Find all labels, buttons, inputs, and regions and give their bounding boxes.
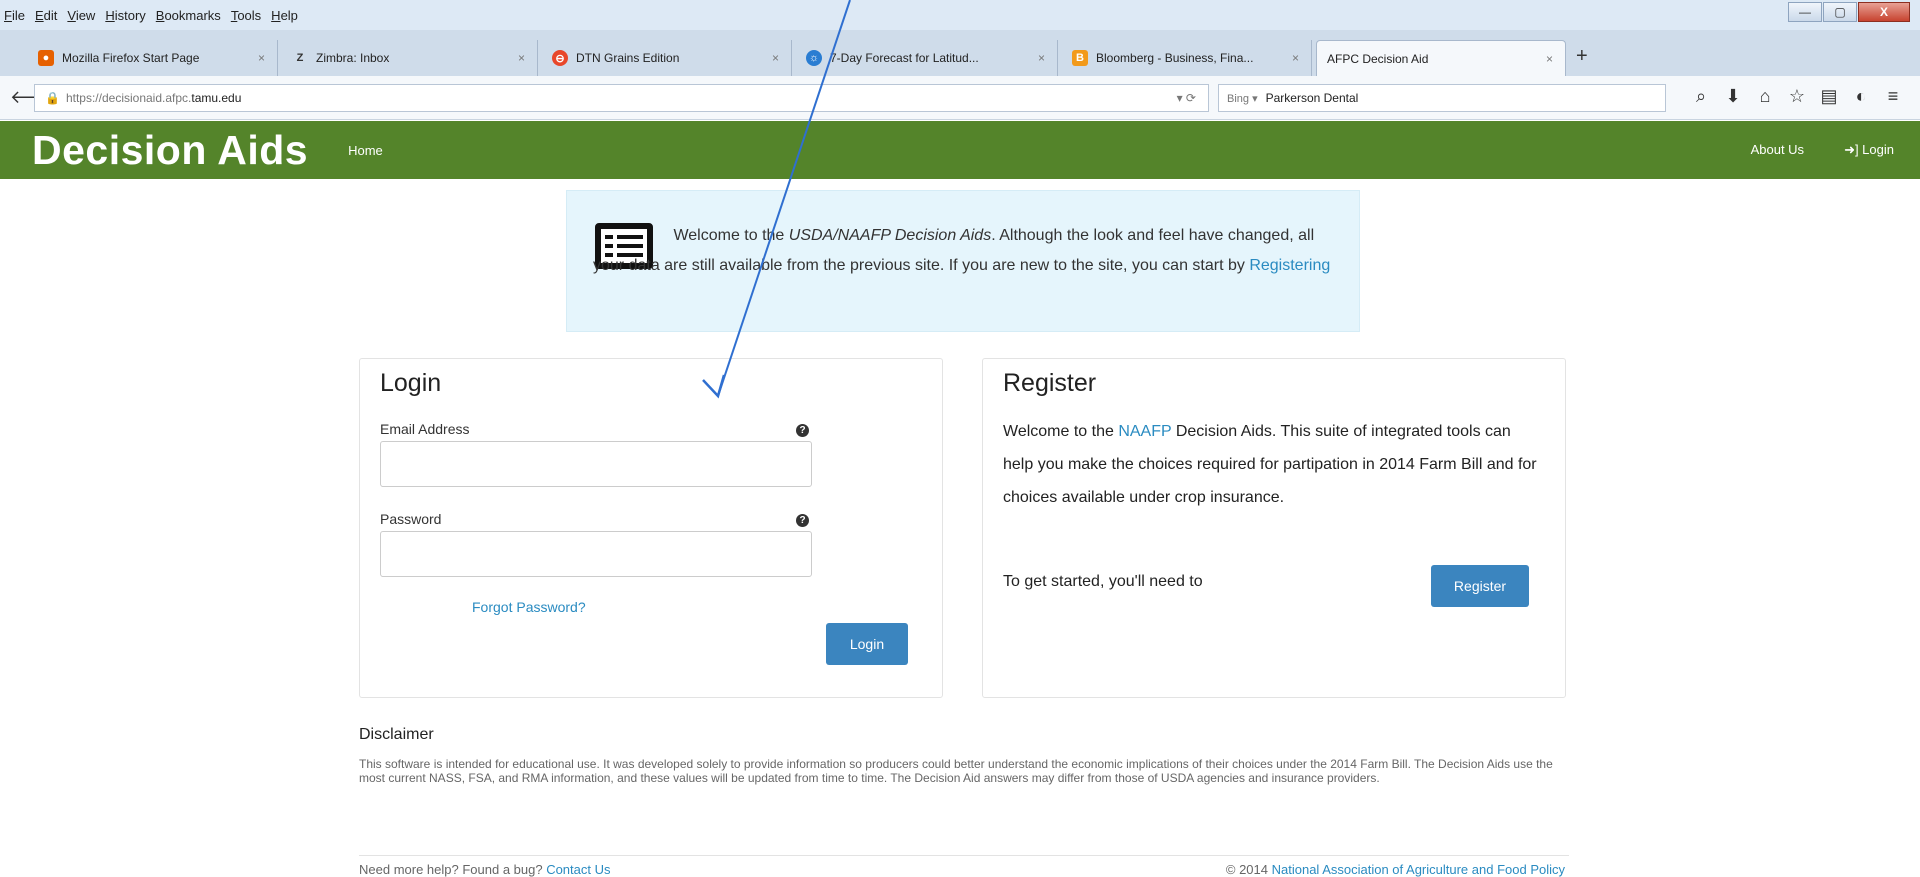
tab-label: Zimbra: Inbox bbox=[316, 51, 390, 65]
menu-bookmarks[interactable]: Bookmarks bbox=[156, 8, 221, 23]
tab-label: Mozilla Firefox Start Page bbox=[62, 51, 200, 65]
registering-link[interactable]: Registering bbox=[1249, 257, 1330, 274]
tab-label: Bloomberg - Business, Fina... bbox=[1096, 51, 1254, 65]
maximize-button[interactable]: ▢ bbox=[1823, 2, 1857, 22]
bookmark-star-icon[interactable]: ☆ bbox=[1781, 86, 1813, 107]
tab-bloomberg[interactable]: B Bloomberg - Business, Fina... × bbox=[1062, 40, 1312, 76]
register-intro-start: Welcome to the bbox=[1003, 423, 1119, 440]
email-field[interactable] bbox=[380, 441, 812, 487]
reading-list-icon[interactable]: ▤ bbox=[1813, 86, 1845, 107]
tab-close-icon[interactable]: × bbox=[772, 51, 779, 65]
contact-us-link[interactable]: Contact Us bbox=[546, 862, 610, 877]
naafp-link[interactable]: NAAFP bbox=[1118, 423, 1171, 440]
header-right-nav: About Us ➜] Login bbox=[1711, 142, 1894, 158]
browser-tabbar: ● Mozilla Firefox Start Page × Z Zimbra:… bbox=[0, 30, 1920, 76]
email-label: Email Address bbox=[380, 421, 470, 437]
tab-close-icon[interactable]: × bbox=[1546, 52, 1553, 66]
tab-zimbra[interactable]: Z Zimbra: Inbox × bbox=[282, 40, 538, 76]
tab-label: 7-Day Forecast for Latitud... bbox=[830, 51, 979, 65]
copyright-text: © 2014 bbox=[1225, 862, 1272, 877]
tab-close-icon[interactable]: × bbox=[1038, 51, 1045, 65]
browser-navbar: 🡐 🔒 https://decisionaid.afpc.tamu.edu ▾ … bbox=[0, 76, 1920, 120]
get-started-text: To get started, you'll need to bbox=[1003, 573, 1203, 590]
disclaimer-body: This software is intended for educationa… bbox=[359, 757, 1553, 785]
menu-file[interactable]: File bbox=[4, 8, 25, 23]
search-engine-icon[interactable]: Bing ▾ bbox=[1227, 92, 1258, 105]
home-icon[interactable]: ⌂ bbox=[1749, 86, 1781, 107]
browser-menubar: File Edit View History Bookmarks Tools H… bbox=[0, 0, 1920, 30]
tab-close-icon[interactable]: × bbox=[518, 51, 525, 65]
close-window-button[interactable]: X bbox=[1858, 2, 1910, 22]
bloomberg-icon: B bbox=[1072, 50, 1088, 66]
welcome-text-emphasis: USDA/NAAFP Decision Aids bbox=[788, 227, 992, 244]
password-help-icon[interactable]: ? bbox=[796, 514, 809, 527]
login-panel: Login Email Address ? Password ? Forgot … bbox=[359, 358, 943, 698]
weather-icon: ☼ bbox=[806, 50, 822, 66]
register-intro: Welcome to the NAAFP Decision Aids. This… bbox=[1003, 415, 1543, 514]
menu-help[interactable]: Help bbox=[271, 8, 298, 23]
footer-help: Need more help? Found a bug? Contact Us bbox=[359, 862, 611, 877]
password-field[interactable] bbox=[380, 531, 812, 577]
tab-close-icon[interactable]: × bbox=[1292, 51, 1299, 65]
firefox-icon: ● bbox=[38, 50, 54, 66]
search-bar[interactable]: Bing ▾ Parkerson Dental bbox=[1218, 84, 1666, 112]
login-title: Login bbox=[380, 369, 442, 397]
password-label: Password bbox=[380, 511, 442, 527]
lock-icon: 🔒 bbox=[45, 91, 60, 105]
tab-firefox-start[interactable]: ● Mozilla Firefox Start Page × bbox=[28, 40, 278, 76]
register-title: Register bbox=[1003, 369, 1097, 397]
url-prefix: https://decisionaid.afpc. bbox=[65, 91, 192, 105]
zimbra-icon: Z bbox=[296, 52, 304, 64]
email-help-icon[interactable]: ? bbox=[796, 424, 809, 437]
reload-icon[interactable]: ▾ ⟳ bbox=[1177, 91, 1196, 105]
footer-divider bbox=[359, 855, 1569, 856]
search-glass-icon[interactable]: ⌕ bbox=[1685, 86, 1717, 107]
search-value: Parkerson Dental bbox=[1265, 91, 1359, 105]
footer-copyright: © 2014 National Association of Agricultu… bbox=[1226, 862, 1565, 877]
tab-dtn[interactable]: ⊖ DTN Grains Edition × bbox=[542, 40, 792, 76]
welcome-alert: Welcome to the USDA/NAAFP Decision Aids.… bbox=[566, 190, 1360, 332]
menu-icon[interactable]: ≡ bbox=[1877, 86, 1909, 107]
tab-close-icon[interactable]: × bbox=[258, 51, 265, 65]
menu-edit[interactable]: Edit bbox=[35, 8, 57, 23]
url-bar[interactable]: 🔒 https://decisionaid.afpc. tamu.edu ▾ ⟳ bbox=[34, 84, 1209, 112]
login-button[interactable]: Login bbox=[826, 623, 908, 665]
brand-logo[interactable]: Decision Aids bbox=[32, 127, 308, 174]
disclaimer-title: Disclaimer bbox=[359, 726, 434, 743]
menu-history[interactable]: History bbox=[105, 8, 145, 23]
tab-label: AFPC Decision Aid bbox=[1327, 51, 1429, 66]
site-header: Decision Aids Home About Us ➜] Login bbox=[0, 121, 1920, 179]
minimize-button[interactable]: — bbox=[1788, 2, 1822, 22]
menu-view[interactable]: View bbox=[67, 8, 95, 23]
window-controls: — ▢ X bbox=[1787, 2, 1910, 22]
menu-tools[interactable]: Tools bbox=[231, 8, 261, 23]
url-host: tamu.edu bbox=[191, 91, 242, 105]
footer-help-text: Need more help? Found a bug? bbox=[359, 862, 547, 877]
register-button[interactable]: Register bbox=[1431, 565, 1529, 607]
forgot-password-link[interactable]: Forgot Password? bbox=[472, 599, 586, 615]
new-tab-button[interactable]: + bbox=[1576, 45, 1588, 68]
nav-about-link[interactable]: About Us bbox=[1751, 142, 1804, 158]
download-icon[interactable]: ⬇ bbox=[1717, 86, 1749, 107]
nav-home-link[interactable]: Home bbox=[348, 143, 383, 158]
tab-afpc-active[interactable]: AFPC Decision Aid × bbox=[1316, 40, 1566, 76]
register-panel: Register Welcome to the NAAFP Decision A… bbox=[982, 358, 1566, 698]
welcome-text: Welcome to the USDA/NAAFP Decision Aids.… bbox=[593, 221, 1333, 281]
addon-icon[interactable]: ◐ bbox=[1845, 86, 1877, 107]
nav-login-link[interactable]: ➜] Login bbox=[1844, 142, 1894, 158]
browser-toolbar-icons: ⌕ ⬇ ⌂ ☆ ▤ ◐ ≡ bbox=[1685, 86, 1909, 107]
welcome-text-start: Welcome to the bbox=[673, 227, 789, 244]
naafp-org-link[interactable]: National Association of Agriculture and … bbox=[1272, 862, 1565, 877]
dtn-icon: ⊖ bbox=[552, 50, 568, 66]
tab-label: DTN Grains Edition bbox=[576, 51, 680, 65]
tab-forecast[interactable]: ☼ 7-Day Forecast for Latitud... × bbox=[796, 40, 1058, 76]
